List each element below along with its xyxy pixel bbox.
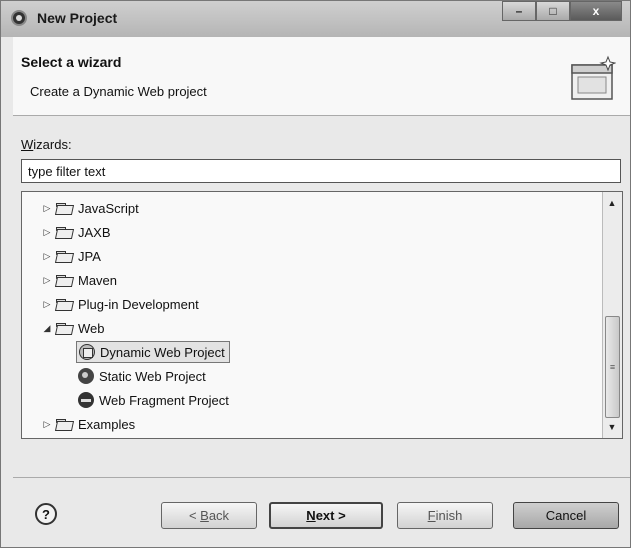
web-fragment-project-icon — [78, 392, 94, 408]
tree-item-label: JAXB — [78, 224, 111, 240]
page-title: Select a wizard — [21, 54, 122, 70]
folder-icon — [56, 274, 74, 286]
expand-arrow-icon[interactable]: ▷ — [40, 203, 54, 214]
page-description: Create a Dynamic Web project — [30, 84, 207, 99]
back-button[interactable]: < Back — [161, 502, 257, 529]
tree-item-label: Dynamic Web Project — [100, 344, 225, 360]
tree-item-dynamic-web-project[interactable]: Dynamic Web Project — [76, 341, 230, 363]
tree-item-examples[interactable]: ▷ Examples — [40, 413, 136, 435]
expand-arrow-icon[interactable]: ▷ — [40, 251, 54, 262]
tree-item-label: Web — [78, 320, 105, 336]
tree-item-label: Examples — [78, 416, 136, 432]
static-web-project-icon — [78, 368, 94, 384]
tree-item-javascript[interactable]: ▷ JavaScript — [40, 197, 139, 219]
tree-item-web-fragment-project[interactable]: Web Fragment Project — [76, 389, 229, 411]
vertical-scrollbar[interactable]: ▲ ≡ ▼ — [602, 192, 622, 438]
tree-item-static-web-project[interactable]: Static Web Project — [76, 365, 206, 387]
folder-icon — [56, 298, 74, 310]
tree-item-jpa[interactable]: ▷ JPA — [40, 245, 101, 267]
wizard-header: Select a wizard Create a Dynamic Web pro… — [13, 37, 630, 116]
tree-item-label: Web Fragment Project — [99, 392, 229, 408]
cancel-button[interactable]: Cancel — [513, 502, 619, 529]
scrollbar-thumb[interactable]: ≡ — [605, 316, 620, 418]
maximize-button[interactable]: □ — [536, 1, 570, 21]
dynamic-web-project-icon — [79, 344, 95, 360]
scroll-down-arrow-icon[interactable]: ▼ — [603, 418, 621, 436]
tree-item-jaxb[interactable]: ▷ JAXB — [40, 221, 111, 243]
folder-icon — [56, 202, 74, 214]
tree-item-label: Static Web Project — [99, 368, 206, 384]
help-icon[interactable]: ? — [35, 503, 57, 525]
folder-icon — [56, 250, 74, 262]
tree-item-label: Maven — [78, 272, 118, 288]
minimize-button[interactable]: – — [502, 1, 536, 21]
tree-item-label: JavaScript — [78, 200, 139, 216]
eclipse-icon — [11, 10, 27, 26]
tree-item-web[interactable]: ◢ Web — [40, 317, 105, 339]
filter-input[interactable] — [21, 159, 621, 183]
new-project-dialog: New Project – □ x Select a wizard Create… — [0, 0, 631, 548]
collapse-arrow-icon[interactable]: ◢ — [40, 323, 54, 334]
tree-item-label: JPA — [78, 248, 101, 264]
window-controls: – □ x — [502, 1, 622, 23]
wizard-tree[interactable]: ▷ JavaScript ▷ JAXB ▷ JPA ▷ Maven ▷ Plug… — [21, 191, 623, 439]
scroll-up-arrow-icon[interactable]: ▲ — [603, 194, 621, 212]
folder-icon — [56, 226, 74, 238]
window-title: New Project — [37, 10, 118, 26]
tree-item-label: Plug-in Development — [78, 296, 199, 312]
tree-item-maven[interactable]: ▷ Maven — [40, 269, 118, 291]
next-button[interactable]: Next > — [269, 502, 383, 529]
wizards-label: Wizards: — [21, 137, 72, 152]
folder-open-icon — [56, 322, 74, 334]
finish-button[interactable]: Finish — [397, 502, 493, 529]
tree-item-plugin-development[interactable]: ▷ Plug-in Development — [40, 293, 199, 315]
footer-divider — [13, 477, 630, 478]
wizard-banner-icon — [571, 55, 616, 100]
expand-arrow-icon[interactable]: ▷ — [40, 275, 54, 286]
expand-arrow-icon[interactable]: ▷ — [40, 227, 54, 238]
title-bar[interactable]: New Project – □ x — [1, 1, 630, 37]
folder-icon — [56, 418, 74, 430]
expand-arrow-icon[interactable]: ▷ — [40, 299, 54, 310]
expand-arrow-icon[interactable]: ▷ — [40, 419, 54, 430]
close-button[interactable]: x — [570, 1, 622, 21]
